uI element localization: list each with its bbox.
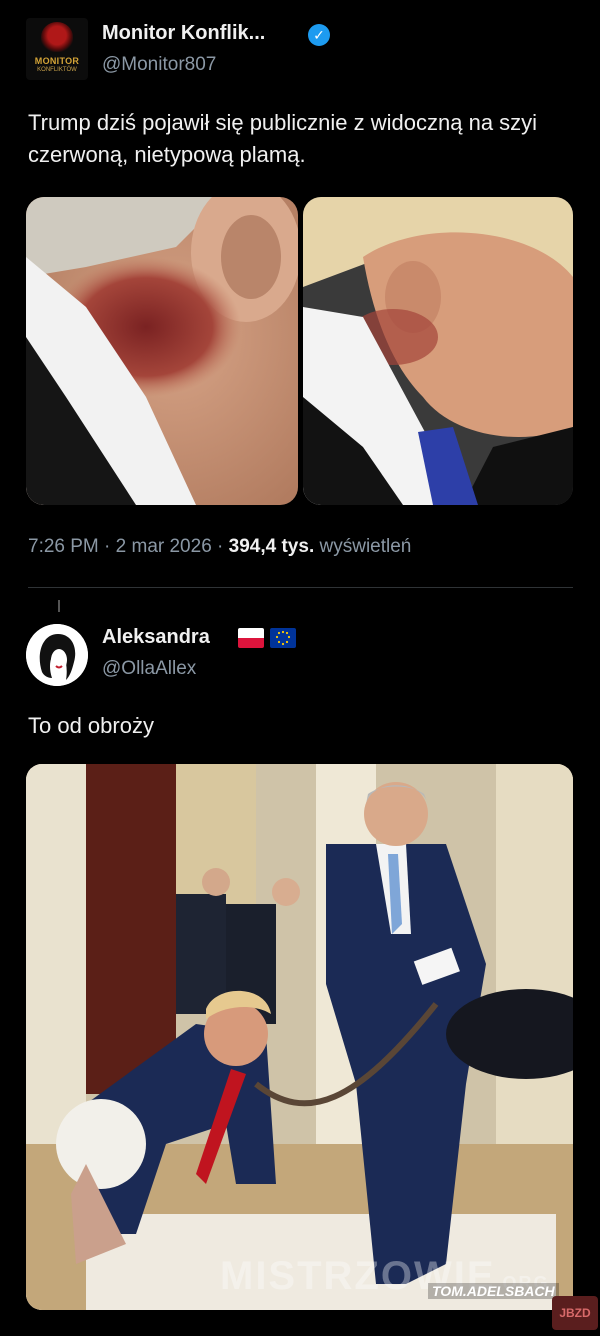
avatar-logo-text: MONITOR (34, 56, 80, 66)
photo-credit: TOM.ADELSBACH (428, 1283, 559, 1299)
thread-connector (58, 600, 60, 612)
author-handle[interactable]: @OllaAllex (102, 658, 196, 680)
profile-photo (303, 197, 573, 505)
tweet-meta: 7:26 PM · 2 mar 2026 · 394,4 tys. wyświe… (28, 536, 411, 558)
author-name[interactable]: Aleksandra (102, 626, 210, 649)
eu-flag-icon (270, 628, 296, 648)
author-avatar-aleksandra[interactable] (26, 624, 88, 686)
skull-logo-icon (41, 22, 73, 52)
verified-badge-icon: ✓ (308, 24, 330, 46)
views-label: wyświetleń (314, 536, 412, 557)
poland-flag-icon (238, 628, 264, 648)
tweet-image-neck-closeup[interactable] (26, 197, 298, 505)
neck-closeup-photo (26, 197, 298, 505)
author-name[interactable]: Monitor Konflik... (102, 22, 265, 45)
tweet-divider (28, 587, 573, 588)
tweet-image-profile[interactable] (303, 197, 573, 505)
author-avatar-monitor[interactable]: MONITOR KONFLIKTÓW (26, 18, 88, 80)
tweet-image-scene[interactable] (26, 764, 573, 1310)
tweet-text: Trump dziś pojawił się publicznie z wido… (28, 110, 538, 167)
woman-silhouette-icon (26, 624, 88, 686)
views-count: 394,4 tys. (228, 536, 315, 557)
author-handle[interactable]: @Monitor807 (102, 54, 216, 76)
tweet-text: To od obroży (28, 713, 154, 738)
tweet-timestamp[interactable]: 7:26 PM · 2 mar 2026 · (28, 536, 229, 557)
scene-photo (26, 764, 573, 1310)
site-badge-logo: JBZD (552, 1296, 598, 1330)
avatar-logo-subtext: KONFLIKTÓW (37, 67, 77, 73)
